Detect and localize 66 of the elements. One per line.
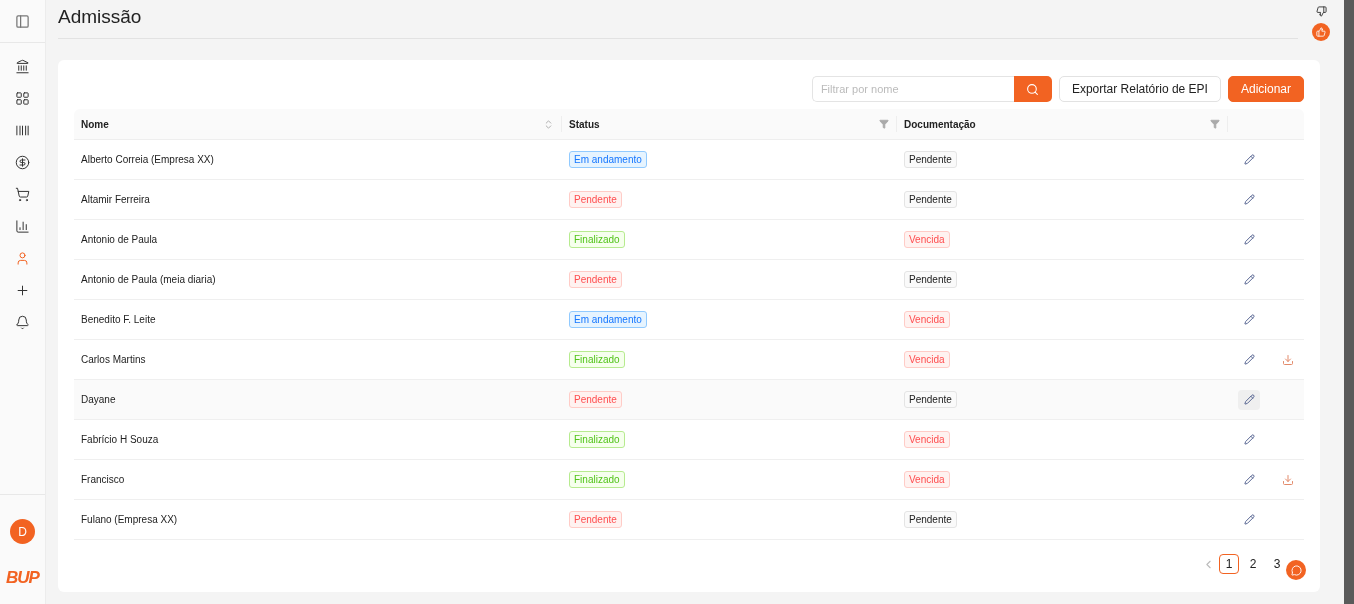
search-button[interactable]: [1013, 76, 1052, 102]
pencil-icon[interactable]: [1243, 274, 1255, 285]
pencil-icon[interactable]: [1243, 234, 1255, 245]
edit-button[interactable]: [1238, 389, 1260, 410]
status-tag: Finalizado: [569, 471, 625, 488]
column-header: Status: [569, 118, 600, 130]
search-field[interactable]: Filtrar por nome: [811, 76, 1014, 102]
table-cell-text: Altamir Ferreira: [80, 194, 151, 205]
search-icon[interactable]: [1026, 82, 1040, 96]
pencil-icon[interactable]: [1243, 394, 1255, 405]
page-button[interactable]: 1: [1219, 554, 1239, 574]
status-tag: Pendente: [569, 191, 622, 208]
download-icon[interactable]: [1282, 473, 1294, 486]
logo: BUP: [6, 568, 39, 588]
status-tag: Pendente: [904, 511, 957, 528]
status-tag: Vencida: [904, 311, 950, 328]
status-tag: Vencida: [904, 231, 950, 248]
table-cell-text: Carlos Martins: [80, 354, 147, 365]
status-tag: Em andamento: [569, 151, 647, 168]
pencil-icon[interactable]: [1243, 154, 1255, 165]
status-tag: Pendente: [904, 151, 957, 168]
table-cell-text: Francisco: [80, 474, 126, 485]
status-tag: Pendente: [569, 391, 622, 408]
status-tag: Pendente: [569, 511, 622, 528]
filter-icon[interactable]: [879, 119, 889, 129]
table-cell-text: Antonio de Paula (meia diaria): [80, 274, 217, 285]
pencil-icon[interactable]: [1243, 194, 1255, 205]
status-tag: Vencida: [904, 351, 950, 368]
status-tag: Pendente: [569, 271, 622, 288]
column-header: Documentação: [904, 118, 976, 130]
download-icon[interactable]: [1282, 353, 1294, 366]
pencil-icon[interactable]: [1243, 514, 1255, 525]
grid-icon[interactable]: [13, 89, 32, 108]
status-tag: Finalizado: [569, 431, 625, 448]
table-cell-text: Fulano (Empresa XX): [80, 514, 179, 525]
status-tag: Vencida: [904, 431, 950, 448]
filter-icon[interactable]: [1210, 119, 1220, 129]
thumbs-up-icon[interactable]: [1316, 27, 1326, 37]
table-cell-text: Benedito F. Leite: [80, 314, 157, 325]
status-tag: Pendente: [904, 391, 957, 408]
table-cell-text: Antonio de Paula: [80, 234, 159, 245]
table-cell-text: Fabrício H Souza: [80, 434, 160, 445]
status-tag: Em andamento: [569, 311, 647, 328]
pencil-icon[interactable]: [1243, 474, 1255, 485]
bar-chart-icon[interactable]: [13, 217, 32, 236]
status-tag: Pendente: [904, 191, 957, 208]
bell-icon[interactable]: [13, 313, 32, 332]
table-cell-text: Dayane: [80, 394, 117, 405]
status-tag: Finalizado: [569, 351, 625, 368]
dollar-icon[interactable]: [13, 153, 32, 172]
thumbs-up-button[interactable]: [1312, 23, 1330, 41]
bank-icon[interactable]: [13, 57, 32, 76]
pencil-icon[interactable]: [1243, 314, 1255, 325]
status-tag: Vencida: [904, 471, 950, 488]
status-tag: Finalizado: [569, 231, 625, 248]
column-header: Nome: [81, 118, 109, 130]
pencil-icon[interactable]: [1243, 354, 1255, 365]
table-cell-text: Alberto Correia (Empresa XX): [80, 154, 215, 165]
pencil-icon[interactable]: [1243, 434, 1255, 445]
status-tag: Pendente: [904, 271, 957, 288]
panel-toggle-icon[interactable]: [15, 13, 30, 29]
page-title: Admissão: [58, 6, 1298, 39]
cart-icon[interactable]: [13, 185, 32, 204]
export-button[interactable]: Exportar Relatório de EPI: [1058, 76, 1221, 102]
thumbs-down-icon[interactable]: [1315, 6, 1327, 17]
scrollbar[interactable]: [1344, 0, 1354, 604]
